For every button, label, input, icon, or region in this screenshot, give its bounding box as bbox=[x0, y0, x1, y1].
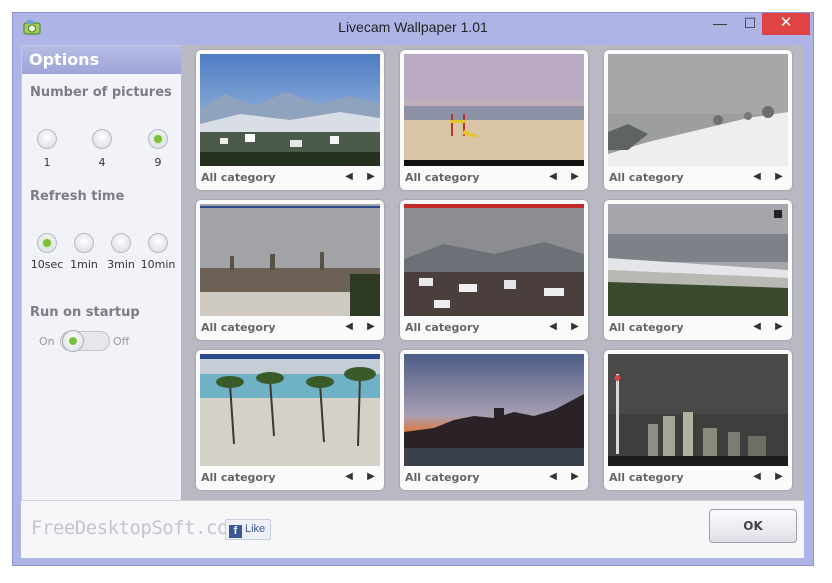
options-sidebar: Options Number of pictures 1 4 9 Refresh… bbox=[21, 45, 183, 502]
next-arrow-icon[interactable]: ▶ bbox=[568, 469, 582, 485]
next-arrow-icon[interactable]: ▶ bbox=[568, 169, 582, 185]
webcam-image-sea-coast[interactable] bbox=[608, 204, 788, 316]
refresh-label-10min: 10min bbox=[140, 258, 176, 271]
number-of-pictures-title: Number of pictures bbox=[30, 85, 172, 100]
maximize-button[interactable]: ☐ bbox=[735, 13, 765, 35]
prev-arrow-icon[interactable]: ◀ bbox=[546, 319, 560, 335]
startup-on-label: On bbox=[39, 335, 55, 348]
cam-category-label: All category bbox=[609, 471, 684, 484]
prev-arrow-icon[interactable]: ◀ bbox=[546, 169, 560, 185]
webcam-card-6: All category ◀ ▶ bbox=[604, 200, 792, 340]
prev-arrow-icon[interactable]: ◀ bbox=[342, 319, 356, 335]
like-label: Like bbox=[245, 523, 266, 535]
webcam-image-sunset-castle[interactable] bbox=[404, 354, 584, 466]
brand-link[interactable]: FreeDesktopSoft.com bbox=[31, 517, 239, 539]
pictures-radio-4[interactable] bbox=[92, 129, 112, 149]
refresh-radio-10sec[interactable] bbox=[37, 233, 57, 253]
facebook-like-button[interactable]: f Like bbox=[225, 519, 272, 540]
footer-bar: FreeDesktopSoft.com f Like OK bbox=[21, 500, 804, 558]
ok-button[interactable]: OK bbox=[709, 509, 797, 543]
prev-arrow-icon[interactable]: ◀ bbox=[750, 169, 764, 185]
startup-off-label: Off bbox=[113, 335, 130, 348]
cam-category-label: All category bbox=[201, 471, 276, 484]
cam-category-label: All category bbox=[609, 321, 684, 334]
refresh-radio-10min[interactable] bbox=[148, 233, 168, 253]
close-button[interactable]: ✕ bbox=[762, 13, 810, 35]
next-arrow-icon[interactable]: ▶ bbox=[772, 319, 786, 335]
run-on-startup-title: Run on startup bbox=[30, 305, 140, 320]
toggle-knob[interactable] bbox=[62, 330, 84, 352]
pictures-label-9: 9 bbox=[154, 156, 162, 169]
prev-arrow-icon[interactable]: ◀ bbox=[342, 469, 356, 485]
cam-category-label: All category bbox=[405, 471, 480, 484]
prev-arrow-icon[interactable]: ◀ bbox=[342, 169, 356, 185]
webcam-card-8: All category ◀ ▶ bbox=[400, 350, 588, 490]
cam-category-label: All category bbox=[201, 171, 276, 184]
cam-category-label: All category bbox=[201, 321, 276, 334]
window-title: Livecam Wallpaper 1.01 bbox=[338, 19, 488, 35]
webcam-card-5: All category ◀ ▶ bbox=[400, 200, 588, 340]
prev-arrow-icon[interactable]: ◀ bbox=[750, 319, 764, 335]
facebook-icon: f bbox=[229, 525, 242, 538]
webcam-card-9: All category ◀ ▶ bbox=[604, 350, 792, 490]
next-arrow-icon[interactable]: ▶ bbox=[364, 469, 378, 485]
options-header: Options bbox=[22, 46, 182, 74]
pictures-radio-9[interactable] bbox=[148, 129, 168, 149]
webcam-image-night-skyline[interactable] bbox=[608, 354, 788, 466]
next-arrow-icon[interactable]: ▶ bbox=[772, 169, 786, 185]
next-arrow-icon[interactable]: ▶ bbox=[772, 469, 786, 485]
cam-category-label: All category bbox=[609, 171, 684, 184]
webcam-image-snowy-town[interactable] bbox=[404, 204, 584, 316]
refresh-time-title: Refresh time bbox=[30, 189, 125, 204]
webcam-card-1: All category ◀ ▶ bbox=[196, 50, 384, 190]
title-bar[interactable]: Livecam Wallpaper 1.01 — ☐ ✕ bbox=[13, 13, 813, 43]
pictures-label-1: 1 bbox=[43, 156, 51, 169]
webcam-card-2: All category ◀ ▶ bbox=[400, 50, 588, 190]
pictures-radio-1[interactable] bbox=[37, 129, 57, 149]
webcam-card-3: All category ◀ ▶ bbox=[604, 50, 792, 190]
app-window: Livecam Wallpaper 1.01 — ☐ ✕ Options Num… bbox=[12, 12, 814, 566]
refresh-radio-3min[interactable] bbox=[111, 233, 131, 253]
minimize-button[interactable]: — bbox=[705, 13, 735, 35]
webcam-image-tropical-beach[interactable] bbox=[200, 354, 380, 466]
prev-arrow-icon[interactable]: ◀ bbox=[546, 469, 560, 485]
webcam-image-snowy-hill[interactable] bbox=[608, 54, 788, 166]
webcam-card-4: All category ◀ ▶ bbox=[196, 200, 384, 340]
cam-category-label: All category bbox=[405, 171, 480, 184]
next-arrow-icon[interactable]: ▶ bbox=[568, 319, 582, 335]
run-on-startup-toggle[interactable] bbox=[60, 330, 110, 352]
next-arrow-icon[interactable]: ▶ bbox=[364, 169, 378, 185]
prev-arrow-icon[interactable]: ◀ bbox=[750, 469, 764, 485]
webcam-image-mountain-town[interactable] bbox=[200, 54, 380, 166]
webcam-card-7: All category ◀ ▶ bbox=[196, 350, 384, 490]
cam-category-label: All category bbox=[405, 321, 480, 334]
webcam-image-beach[interactable] bbox=[404, 54, 584, 166]
next-arrow-icon[interactable]: ▶ bbox=[364, 319, 378, 335]
webcam-grid: All category ◀ ▶ All category ◀ ▶ All ca… bbox=[181, 45, 804, 500]
pictures-label-4: 4 bbox=[98, 156, 106, 169]
webcam-image-city-stadium[interactable] bbox=[200, 204, 380, 316]
refresh-radio-1min[interactable] bbox=[74, 233, 94, 253]
